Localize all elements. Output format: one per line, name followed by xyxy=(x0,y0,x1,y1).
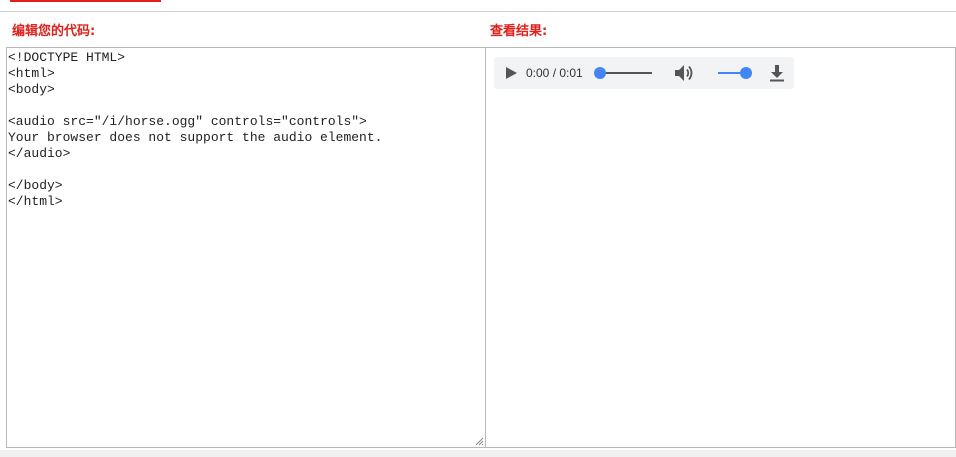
bottom-bar xyxy=(0,450,956,457)
result-frame: 0:00 / 0:01 xyxy=(486,47,956,448)
volume-icon[interactable] xyxy=(674,64,694,82)
edit-code-label: 编辑您的代码: xyxy=(12,24,96,39)
time-display: 0:00 / 0:01 xyxy=(526,66,583,80)
code-text[interactable]: <!DOCTYPE HTML> <html> <body> <audio src… xyxy=(8,50,382,210)
active-tab-indicator xyxy=(10,0,161,2)
volume-thumb[interactable] xyxy=(740,67,752,79)
audio-player: 0:00 / 0:01 xyxy=(494,57,794,89)
progress-slider[interactable] xyxy=(594,65,652,81)
progress-thumb[interactable] xyxy=(594,67,606,79)
progress-track xyxy=(600,72,652,74)
download-icon[interactable] xyxy=(768,64,786,82)
code-editor[interactable]: <!DOCTYPE HTML> <html> <body> <audio src… xyxy=(6,47,486,448)
header-divider xyxy=(0,11,956,12)
resize-grip-icon[interactable] xyxy=(474,436,484,446)
play-icon[interactable] xyxy=(504,66,518,80)
volume-slider[interactable] xyxy=(718,65,752,81)
view-result-label: 查看结果: xyxy=(490,24,548,39)
